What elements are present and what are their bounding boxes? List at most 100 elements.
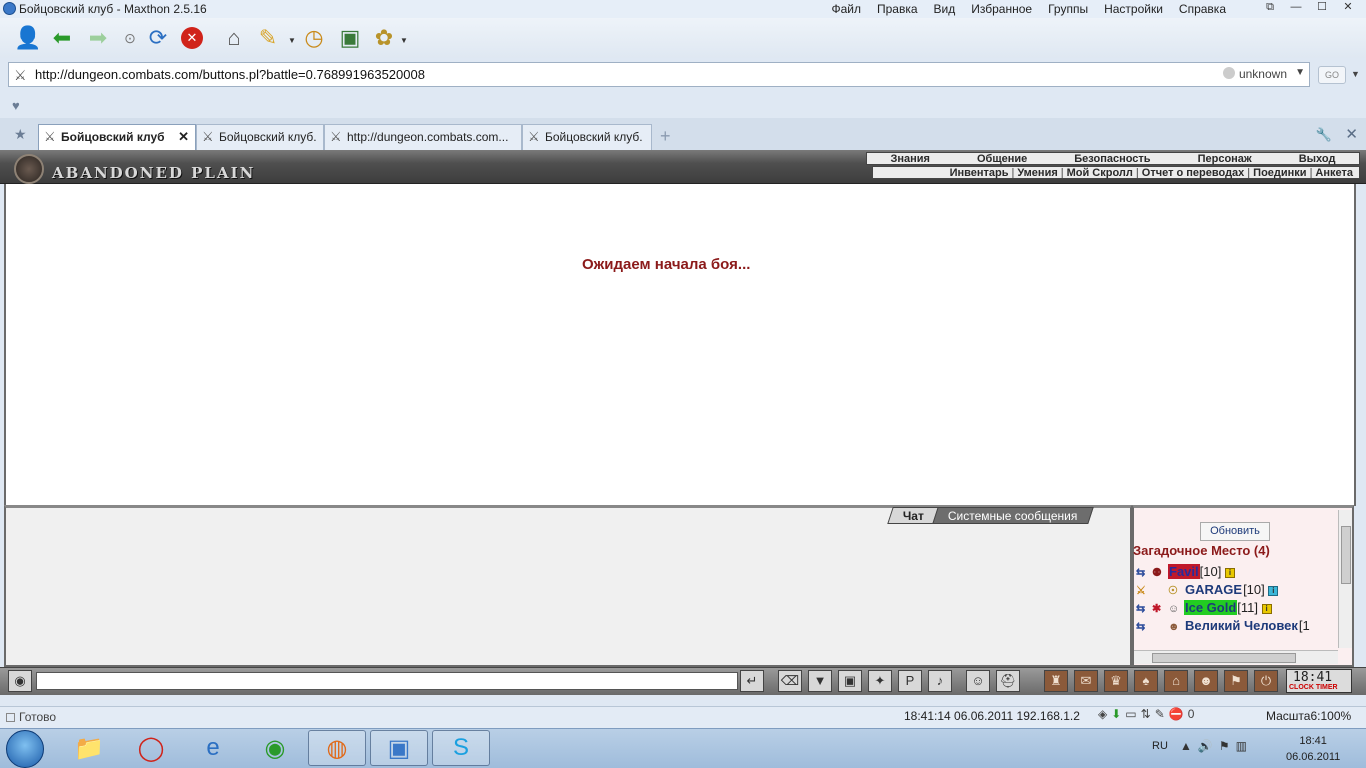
back-button[interactable]: ⬅ [48, 24, 76, 52]
volume-icon[interactable]: 🔊 [1198, 739, 1213, 753]
stop-button[interactable]: ✕ [178, 24, 206, 52]
heart-icon[interactable]: ♥ [12, 98, 20, 113]
clock-icon[interactable]: ◷ [300, 24, 328, 52]
star-icon[interactable]: ★ [14, 126, 27, 143]
network-icon[interactable]: ▥ [1236, 739, 1247, 753]
group-battle-icon[interactable]: ☻ [1194, 670, 1218, 692]
menu-transfer-report[interactable]: Отчет о переводах [1142, 167, 1245, 179]
armor-icon[interactable]: ♛ [1104, 670, 1128, 692]
close-tab-icon[interactable]: ✕ [178, 129, 189, 145]
menu-character[interactable]: Персонаж [1198, 153, 1252, 165]
helmet-icon[interactable]: ⛑ [996, 670, 1020, 692]
flag-icon[interactable]: ⚑ [1224, 670, 1248, 692]
minimize-button[interactable]: — [1284, 0, 1308, 16]
tab-4[interactable]: ⚔ Бойцовский клуб. [522, 124, 652, 150]
window-icon[interactable]: ▣ [336, 24, 364, 52]
scroll-icon[interactable]: ✉ [1074, 670, 1098, 692]
menu-exit[interactable]: Выход [1299, 153, 1336, 165]
skype-icon[interactable]: S [432, 730, 490, 766]
info-icon[interactable]: i [1224, 567, 1235, 578]
user-icon[interactable]: 👤 [14, 24, 42, 52]
send-icon[interactable]: ↵ [740, 670, 764, 692]
menu-skills[interactable]: Умения [1017, 167, 1057, 179]
players-hscrollbar[interactable] [1134, 650, 1338, 664]
tools-icon[interactable]: ✿ [370, 24, 398, 52]
home-button[interactable]: ⌂ [220, 24, 248, 52]
new-tab-button[interactable]: + [660, 127, 671, 145]
sync-icon[interactable]: ⇅ [1141, 707, 1151, 721]
info-icon[interactable]: i [1268, 585, 1279, 596]
eraser-icon[interactable]: ⌫ [778, 670, 802, 692]
potion-icon[interactable]: ♠ [1134, 670, 1158, 692]
network-icon[interactable]: ▭ [1125, 707, 1136, 721]
exit-icon[interactable]: ⏻ [1254, 670, 1278, 692]
blocked-icon[interactable]: ⛔ [1169, 707, 1184, 721]
refresh-button[interactable]: ⟳ [144, 24, 172, 52]
player-name[interactable]: GARAGE [1184, 582, 1243, 597]
player-name[interactable]: Favil [1168, 564, 1200, 579]
menu-knowledge[interactable]: Знания [891, 153, 930, 165]
sound-icon[interactable]: ♪ [928, 670, 952, 692]
chevron-up-icon[interactable]: ▲ [1180, 739, 1192, 753]
refresh-players-button[interactable]: Обновить [1200, 522, 1270, 541]
tab-2[interactable]: ⚔ Бойцовский клуб. [196, 124, 324, 150]
flag-icon[interactable]: ⚑ [1219, 739, 1230, 753]
scroll-thumb[interactable] [1341, 526, 1351, 584]
chevron-down-icon[interactable]: ▼ [1295, 67, 1305, 78]
fighter-icon[interactable]: ✦ [868, 670, 892, 692]
menu-file[interactable]: Файл [831, 2, 861, 16]
history-dropdown-icon[interactable]: ⊙ [116, 24, 144, 52]
menu-battles[interactable]: Поединки [1253, 167, 1306, 179]
menu-my-scroll[interactable]: Мой Скролл [1067, 167, 1133, 179]
scroll-thumb[interactable] [1152, 653, 1296, 663]
tray-clock[interactable]: 18:41 06.06.2011 [1286, 733, 1340, 765]
tab-1[interactable]: ⚔ Бойцовский клуб ✕ [38, 124, 196, 150]
private-message-icon[interactable]: P [898, 670, 922, 692]
url-text[interactable]: http://dungeon.combats.com/buttons.pl?ba… [35, 67, 425, 82]
menu-security[interactable]: Безопасность [1074, 153, 1150, 165]
zoom-level[interactable]: Масшта6:100% [1266, 709, 1351, 723]
tab-3[interactable]: ⚔ http://dungeon.combats.com... [324, 124, 522, 150]
menu-profile[interactable]: Анкета [1315, 167, 1353, 179]
smiley-icon[interactable]: ☺ [966, 670, 990, 692]
shield-icon[interactable]: ◈ [1098, 707, 1107, 721]
menu-communication[interactable]: Общение [977, 153, 1027, 165]
menu-inventory[interactable]: Инвентарь [950, 167, 1009, 179]
menu-help[interactable]: Справка [1179, 2, 1226, 16]
close-window-button[interactable]: ✕ [1336, 0, 1360, 16]
menu-groups[interactable]: Группы [1048, 2, 1088, 16]
address-bar[interactable]: ⚔ http://dungeon.combats.com/buttons.pl?… [8, 62, 1310, 87]
forward-button[interactable]: ➡ [84, 24, 112, 52]
close-all-icon[interactable]: ✕ [1345, 125, 1358, 143]
menu-favorites[interactable]: Избранное [971, 2, 1032, 16]
filter-icon[interactable]: ▼ [808, 670, 832, 692]
go-button[interactable]: GO [1318, 66, 1346, 84]
menu-settings[interactable]: Настройки [1104, 2, 1163, 16]
tab-system-messages[interactable]: Системные сообщения [932, 507, 1094, 524]
edit-icon[interactable]: ✎ [1155, 707, 1165, 721]
menu-view[interactable]: Вид [934, 2, 956, 16]
firefox-icon[interactable]: ◍ [308, 730, 366, 766]
language-indicator[interactable]: RU [1152, 740, 1168, 752]
menu-edit[interactable]: Правка [877, 2, 918, 16]
player-name[interactable]: Ice Gold [1184, 600, 1238, 615]
player-name[interactable]: Великий Человек [1184, 618, 1299, 633]
bag-icon[interactable]: ♜ [1044, 670, 1068, 692]
players-scrollbar[interactable] [1338, 510, 1352, 648]
chevron-down-icon[interactable]: ▼ [1351, 69, 1360, 79]
restore-icon[interactable]: ⧉ [1258, 0, 1282, 16]
ie-icon[interactable]: e [184, 730, 242, 766]
info-icon[interactable]: i [1261, 603, 1272, 614]
start-button[interactable] [6, 730, 44, 768]
maxthon-taskbar-icon[interactable]: ▣ [370, 730, 428, 766]
chat-mode-icon[interactable]: ◉ [8, 670, 32, 692]
wrench-icon[interactable]: 🔧 [1316, 127, 1332, 143]
opera-icon[interactable]: ◯ [122, 730, 180, 766]
shop-icon[interactable]: ⌂ [1164, 670, 1188, 692]
chevron-down-icon[interactable]: ▼ [400, 36, 408, 45]
chrome-icon[interactable]: ◉ [246, 730, 304, 766]
explorer-icon[interactable]: 📁 [60, 730, 118, 766]
save-icon[interactable]: ▣ [838, 670, 862, 692]
maximize-button[interactable]: ☐ [1310, 0, 1334, 16]
download-icon[interactable]: ⬇ [1111, 707, 1121, 721]
